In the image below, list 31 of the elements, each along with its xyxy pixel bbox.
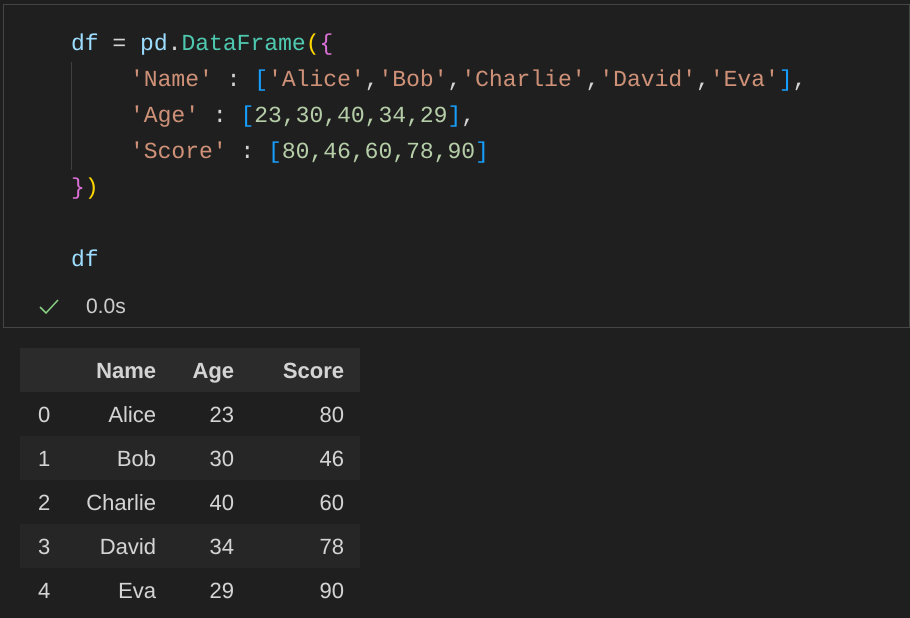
- table-cell: 80: [320, 402, 344, 426]
- execution-time: 0.0s: [86, 294, 126, 320]
- table-cell: 60: [320, 490, 344, 514]
- code-line: }): [71, 175, 99, 201]
- code-line: df = pd.DataFrame({: [71, 31, 334, 57]
- table-cell: 34: [210, 534, 234, 558]
- row-index: 0: [38, 402, 50, 426]
- table-cell: 78: [320, 534, 344, 558]
- table-cell: David: [100, 534, 156, 558]
- table-cell: 23: [210, 402, 234, 426]
- row-index: 2: [38, 490, 50, 514]
- code-line: 'Name' : ['Alice','Bob','Charlie','David','Eva'],: [130, 67, 806, 93]
- code-cell[interactable]: df = pd.DataFrame({ 'Name' : ['Alice','Bob','Charlie','David','Eva'], 'Age' : [23,30,40,34,29], 'Score' : [80,46,60,78,90] }) df 0.0s: [3, 4, 910, 328]
- code-line: 'Score' : [80,46,60,78,90]: [130, 139, 489, 165]
- table-cell: 46: [320, 446, 344, 470]
- code-line: 'Age' : [23,30,40,34,29],: [130, 103, 476, 129]
- column-header: Score: [282, 358, 344, 382]
- column-header: Age: [192, 358, 234, 382]
- row-index: 1: [38, 446, 50, 470]
- column-header: Name: [96, 358, 156, 382]
- table-cell: 40: [210, 490, 234, 514]
- table-cell: Bob: [116, 446, 156, 470]
- table-cell: Alice: [108, 402, 156, 426]
- table-cell: 90: [320, 578, 344, 602]
- table-cell: Eva: [118, 578, 156, 602]
- table-cell: 30: [210, 446, 234, 470]
- table-cell: Charlie: [86, 490, 156, 514]
- row-index: 4: [38, 578, 50, 602]
- code-line: df: [71, 247, 99, 273]
- row-index: 3: [38, 534, 50, 558]
- table-cell: 29: [210, 578, 234, 602]
